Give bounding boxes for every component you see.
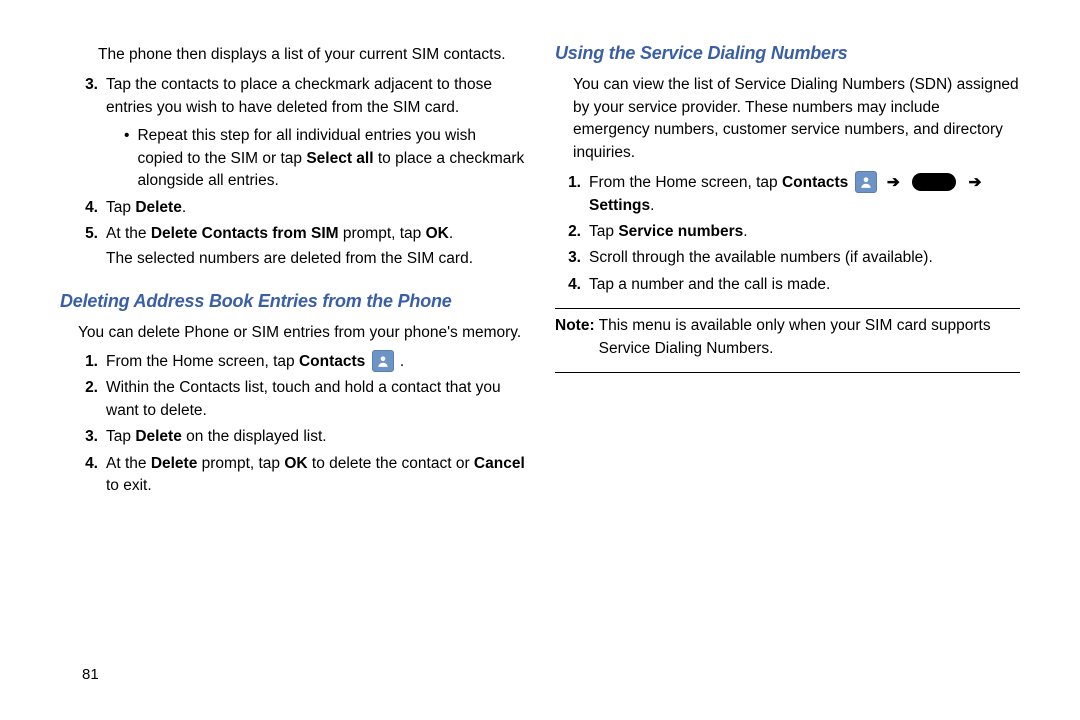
t: . xyxy=(650,197,654,214)
t: . xyxy=(396,353,405,370)
menu-icon xyxy=(912,173,956,191)
t: Tap xyxy=(589,223,618,240)
step-num: 4. xyxy=(555,274,581,296)
service-numbers-bold: Service numbers xyxy=(618,223,743,240)
steps-sdn: 1. From the Home screen, tap Contacts ➔ … xyxy=(555,172,1020,296)
note-label: Note: xyxy=(555,315,595,360)
step-num: 2. xyxy=(72,377,98,422)
heading-sdn: Using the Service Dialing Numbers xyxy=(555,40,1020,66)
step-body: Tap the contacts to place a checkmark ad… xyxy=(106,74,525,192)
t: on the displayed list. xyxy=(182,428,327,445)
step-body: From the Home screen, tap Contacts ➔ ➔ S… xyxy=(589,172,1020,217)
left-column: The phone then displays a list of your c… xyxy=(60,40,525,690)
t: . xyxy=(743,223,747,240)
step-2: 2. Tap Service numbers. xyxy=(555,221,1020,243)
step-num: 3. xyxy=(555,247,581,269)
note-rule-top xyxy=(555,308,1020,309)
t: . xyxy=(449,225,453,242)
right-column: Using the Service Dialing Numbers You ca… xyxy=(555,40,1020,690)
page-number: 81 xyxy=(82,664,99,686)
steps-sim-delete: 3. Tap the contacts to place a checkmark… xyxy=(60,74,525,270)
step-4: 4. Tap a number and the call is made. xyxy=(555,274,1020,296)
step-num: 4. xyxy=(72,453,98,498)
step-body: Within the Contacts list, touch and hold… xyxy=(106,377,525,422)
delete-bold2: Delete xyxy=(151,455,198,472)
settings-bold: Settings xyxy=(589,197,650,214)
contacts-bold: Contacts xyxy=(299,353,365,370)
step-body: Tap Delete. xyxy=(106,197,525,219)
note-body: This menu is available only when your SI… xyxy=(599,315,1020,360)
note-block: Note: This menu is available only when y… xyxy=(555,315,1020,360)
arrow-icon: ➔ xyxy=(887,174,900,191)
t: prompt, tap xyxy=(339,225,426,242)
step-text: Tap the contacts to place a checkmark ad… xyxy=(106,76,492,115)
t: to exit. xyxy=(106,477,152,494)
t: At the xyxy=(106,225,151,242)
delete-bold: Delete xyxy=(135,199,182,216)
step-1: 1. From the Home screen, tap Contacts . xyxy=(60,351,525,374)
step-body: Tap Delete on the displayed list. xyxy=(106,426,525,448)
delete-from-sim-bold: Delete Contacts from SIM xyxy=(151,225,339,242)
bullet-body: Repeat this step for all individual entr… xyxy=(137,125,525,192)
arrow-icon: ➔ xyxy=(969,174,982,191)
t: to delete the contact or xyxy=(308,455,474,472)
bullet-repeat: Repeat this step for all individual entr… xyxy=(124,125,525,192)
step-num: 2. xyxy=(555,221,581,243)
contacts-bold2: Contacts xyxy=(782,174,848,191)
delete-bold: Delete xyxy=(135,428,182,445)
step-4: 4. Tap Delete. xyxy=(60,197,525,219)
cancel-bold: Cancel xyxy=(474,455,525,472)
select-all-bold: Select all xyxy=(306,150,373,167)
step-body: Scroll through the available numbers (if… xyxy=(589,247,1020,269)
step-num: 3. xyxy=(72,74,98,192)
intro-sdn: You can view the list of Service Dialing… xyxy=(573,74,1020,164)
contacts-icon xyxy=(372,350,394,372)
heading-delete-entries: Deleting Address Book Entries from the P… xyxy=(60,288,525,314)
step-num: 4. xyxy=(72,197,98,219)
t: . xyxy=(182,199,186,216)
step-body: Tap a number and the call is made. xyxy=(589,274,1020,296)
step-1: 1. From the Home screen, tap Contacts ➔ … xyxy=(555,172,1020,217)
step-3: 3. Tap the contacts to place a checkmark… xyxy=(60,74,525,192)
step-num: 3. xyxy=(72,426,98,448)
ok-bold: OK xyxy=(426,225,449,242)
step-2: 2. Within the Contacts list, touch and h… xyxy=(60,377,525,422)
step-3: 3. Tap Delete on the displayed list. xyxy=(60,426,525,448)
step-tail: The selected numbers are deleted from th… xyxy=(106,248,525,270)
contacts-icon xyxy=(855,171,877,193)
note-rule-bottom xyxy=(555,372,1020,373)
step-num: 5. xyxy=(72,223,98,270)
step-num: 1. xyxy=(72,351,98,374)
step-4: 4. At the Delete prompt, tap OK to delet… xyxy=(60,453,525,498)
t: At the xyxy=(106,455,151,472)
step-body: From the Home screen, tap Contacts . xyxy=(106,351,525,374)
t: From the Home screen, tap xyxy=(106,353,299,370)
intro-text-sim: The phone then displays a list of your c… xyxy=(98,44,525,66)
intro-delete-entries: You can delete Phone or SIM entries from… xyxy=(78,322,525,344)
t: Tap xyxy=(106,428,135,445)
step-body: Tap Service numbers. xyxy=(589,221,1020,243)
t: Tap xyxy=(106,199,135,216)
step-3: 3. Scroll through the available numbers … xyxy=(555,247,1020,269)
step-5: 5. At the Delete Contacts from SIM promp… xyxy=(60,223,525,270)
ok-bold2: OK xyxy=(284,455,307,472)
steps-delete-entries: 1. From the Home screen, tap Contacts . … xyxy=(60,351,525,498)
step-num: 1. xyxy=(555,172,581,217)
step-body: At the Delete prompt, tap OK to delete t… xyxy=(106,453,525,498)
step-body: At the Delete Contacts from SIM prompt, … xyxy=(106,223,525,270)
t: From the Home screen, tap xyxy=(589,174,782,191)
t: prompt, tap xyxy=(197,455,284,472)
